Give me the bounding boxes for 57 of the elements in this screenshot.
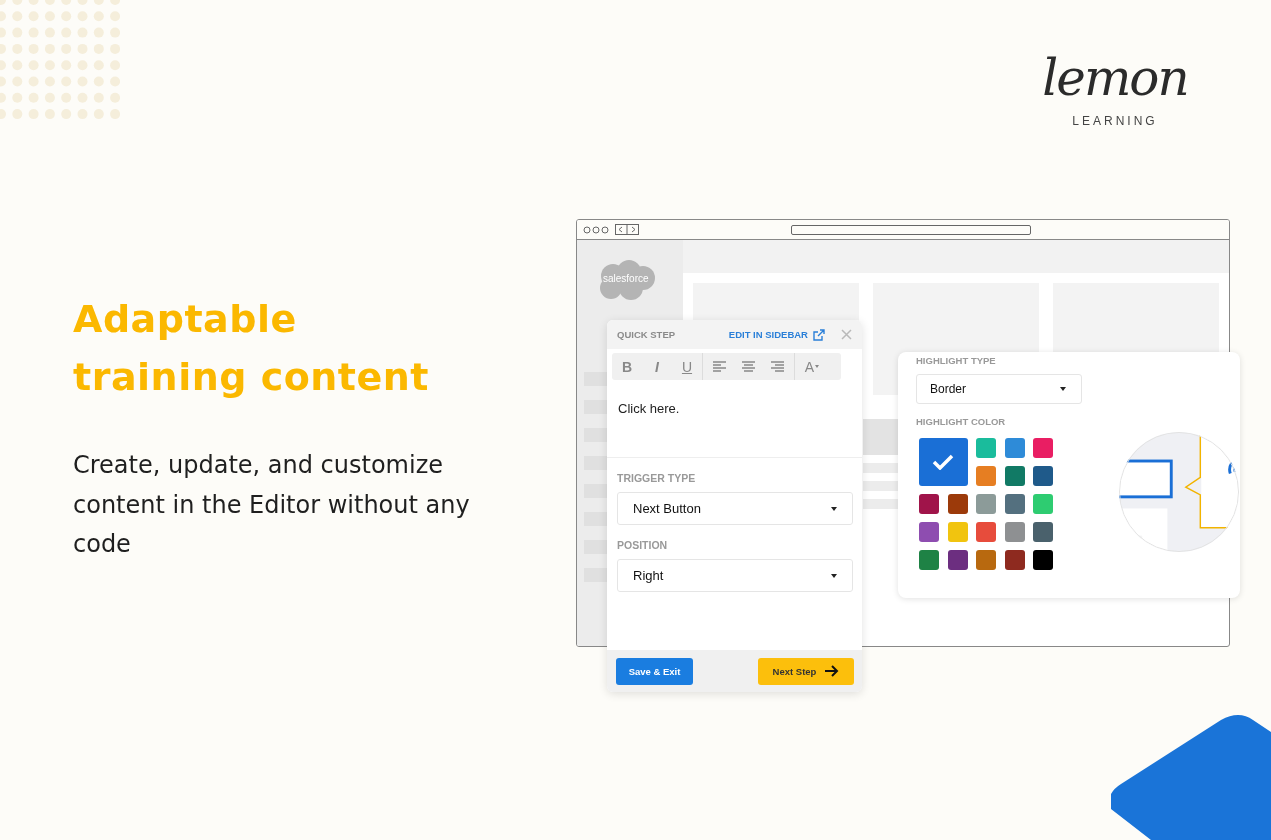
caret-icon bbox=[831, 573, 837, 578]
align-left-icon[interactable] bbox=[713, 361, 726, 372]
caret-icon bbox=[831, 506, 837, 511]
color-swatch[interactable] bbox=[1004, 494, 1025, 514]
dropdown-field[interactable]: Next Button bbox=[617, 492, 853, 525]
color-swatch[interactable] bbox=[1033, 466, 1053, 486]
edit-in-sidebar-link[interactable]: EDIT IN SIDEBAR bbox=[728, 328, 825, 341]
cloud-icon bbox=[597, 260, 657, 302]
body-text: Click here. bbox=[607, 380, 862, 458]
save-exit-button[interactable]: Save & Exit bbox=[616, 657, 693, 685]
next-step-button[interactable]: Next Step bbox=[758, 657, 854, 685]
arrow-right-icon bbox=[825, 665, 840, 677]
color-swatch[interactable] bbox=[1004, 438, 1025, 458]
color-swatch[interactable] bbox=[947, 494, 968, 514]
color-swatch[interactable] bbox=[976, 494, 996, 514]
color-swatch[interactable] bbox=[1033, 438, 1053, 458]
color-swatch[interactable] bbox=[1033, 522, 1053, 542]
format-button[interactable]: B bbox=[612, 358, 642, 375]
dropdown-field[interactable]: Border bbox=[916, 374, 1082, 404]
panel-title: QUICK STEP bbox=[617, 329, 677, 340]
color-swatch[interactable] bbox=[919, 550, 939, 570]
heading: Adaptable training content bbox=[73, 296, 430, 401]
color-swatch[interactable] bbox=[1004, 550, 1025, 570]
color-swatch[interactable] bbox=[976, 522, 996, 542]
check-icon bbox=[932, 454, 955, 470]
color-swatch[interactable] bbox=[919, 438, 968, 486]
color-swatch[interactable] bbox=[947, 522, 968, 542]
color-swatch[interactable] bbox=[1033, 494, 1053, 514]
format-button[interactable]: I bbox=[642, 358, 672, 375]
external-link-icon bbox=[813, 328, 825, 341]
format-button[interactable]: U bbox=[672, 358, 702, 375]
color-swatch[interactable] bbox=[919, 494, 939, 514]
field-label: HIGHLIGHT COLOR bbox=[916, 416, 1007, 427]
color-swatch[interactable] bbox=[1033, 550, 1053, 570]
field-label: POSITION bbox=[617, 539, 669, 551]
dropdown-field[interactable]: Right bbox=[617, 559, 853, 592]
align-right-icon[interactable] bbox=[771, 361, 784, 372]
back-forward-icon[interactable] bbox=[615, 224, 639, 235]
app-logo-text: salesforce bbox=[603, 273, 649, 284]
logo-tagline: LEARNING bbox=[1072, 114, 1158, 128]
color-swatch[interactable] bbox=[947, 550, 968, 570]
color-swatch[interactable] bbox=[976, 466, 996, 486]
color-swatch[interactable] bbox=[1004, 522, 1025, 542]
color-swatch[interactable] bbox=[919, 522, 939, 542]
color-swatch[interactable] bbox=[976, 550, 996, 570]
color-swatch[interactable] bbox=[976, 438, 996, 458]
address-bar[interactable] bbox=[791, 224, 1031, 235]
logo-wordmark: lemon bbox=[1042, 48, 1188, 108]
align-center-icon[interactable] bbox=[742, 361, 755, 372]
caret-icon bbox=[1060, 387, 1066, 391]
color-swatch[interactable] bbox=[1004, 466, 1025, 486]
window-controls-icon bbox=[583, 225, 609, 234]
close-icon[interactable] bbox=[841, 329, 852, 340]
description: Create, update, and customize content in the Editor without any code bbox=[73, 450, 471, 560]
field-label: TRIGGER TYPE bbox=[617, 472, 697, 484]
font-size-button[interactable]: A bbox=[795, 358, 829, 375]
field-label: HIGHLIGHT TYPE bbox=[916, 355, 997, 366]
